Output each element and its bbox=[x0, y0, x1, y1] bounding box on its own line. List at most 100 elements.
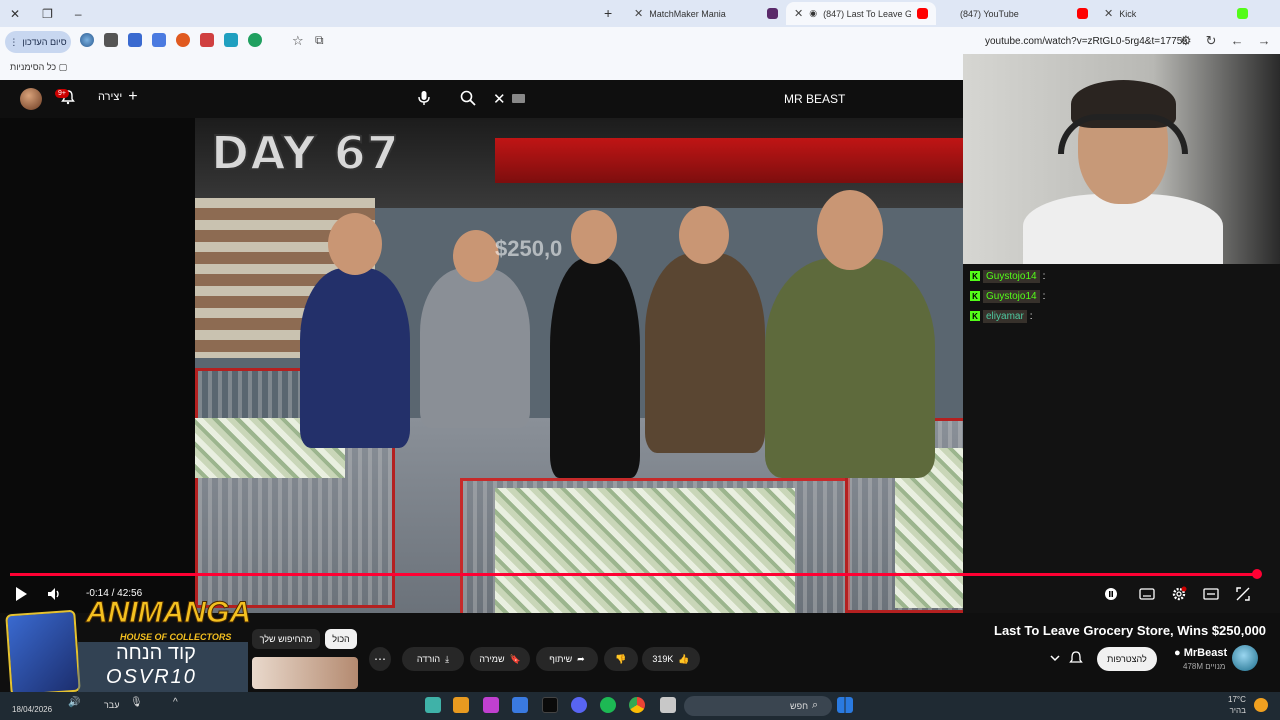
download-icon: ⤓ bbox=[445, 653, 450, 664]
chrome-icon[interactable] bbox=[629, 697, 645, 713]
extension-icon[interactable] bbox=[128, 33, 142, 47]
weather-widget[interactable]: 17°C בהיר bbox=[1228, 694, 1246, 716]
tab-kick[interactable]: ✕ Kick bbox=[1096, 2, 1256, 25]
search-icon: ⌕ bbox=[812, 699, 819, 711]
search-icon[interactable] bbox=[459, 89, 477, 107]
microphone-icon[interactable] bbox=[415, 89, 433, 107]
notification-bell-icon[interactable] bbox=[1068, 650, 1084, 666]
window-controls: ✕ ❐ – bbox=[0, 7, 120, 21]
fullscreen-icon[interactable] bbox=[1235, 586, 1251, 602]
minimize-window-icon[interactable]: – bbox=[75, 7, 82, 21]
chevron-down-icon[interactable] bbox=[1048, 652, 1062, 664]
subtitles-icon[interactable] bbox=[1139, 586, 1155, 602]
mic-tray-icon[interactable]: 🎙 bbox=[130, 697, 146, 713]
apps-grid-icon[interactable] bbox=[512, 697, 528, 713]
extension-icon[interactable] bbox=[200, 33, 214, 47]
all-bookmarks-label: כל הסימניות bbox=[10, 62, 57, 72]
close-window-icon[interactable]: ✕ bbox=[10, 7, 20, 21]
update-button[interactable]: ⋮ סיום העדכון bbox=[5, 31, 71, 53]
more-actions-button[interactable]: ⋯ bbox=[369, 647, 391, 671]
video-person bbox=[420, 268, 530, 428]
progress-bar[interactable] bbox=[10, 573, 1258, 576]
streamer-webcam bbox=[963, 54, 1280, 264]
save-button[interactable]: שמירה 🔖 bbox=[470, 647, 530, 671]
miniplayer-icon[interactable] bbox=[1203, 586, 1219, 602]
tab-matchmaker[interactable]: ✕ MatchMaker Mania bbox=[626, 2, 786, 25]
pokemon-card-image bbox=[5, 609, 81, 697]
notepad-icon[interactable] bbox=[425, 697, 441, 713]
chip-from-search[interactable]: מהחיפוש שלך bbox=[252, 629, 320, 649]
chat-separator: : bbox=[1042, 290, 1046, 302]
autoplay-toggle-icon[interactable] bbox=[1103, 586, 1119, 602]
discord-icon[interactable] bbox=[571, 697, 587, 713]
weather-temp: 17°C bbox=[1228, 695, 1246, 704]
subscribe-button[interactable]: להצטרפות bbox=[1097, 647, 1157, 671]
extension-icon[interactable] bbox=[176, 33, 190, 47]
close-tab-icon[interactable]: ✕ bbox=[634, 7, 643, 20]
file-explorer-icon[interactable] bbox=[660, 697, 676, 713]
youtube-favicon bbox=[917, 8, 928, 19]
nav-buttons: ⚙ ↻ ← → bbox=[1180, 33, 1271, 49]
back-icon[interactable]: → bbox=[1258, 33, 1271, 49]
video-frame[interactable]: DAY 67 $250,0 bbox=[195, 118, 1075, 613]
tab-grocery-video[interactable]: ✕ ◉ (847) Last To Leave Grocery bbox=[786, 2, 936, 25]
spotify-icon[interactable] bbox=[600, 697, 616, 713]
dislike-button[interactable]: 👎 bbox=[604, 647, 638, 671]
site-info-icon[interactable]: ⚙ bbox=[1180, 33, 1192, 49]
channel-name[interactable]: ● MrBeast bbox=[1174, 647, 1227, 659]
progress-fill bbox=[10, 573, 1258, 576]
search-input[interactable]: MR BEAST bbox=[784, 92, 845, 106]
close-tab-icon[interactable]: ✕ bbox=[1104, 7, 1113, 20]
share-icon: ➦ bbox=[577, 653, 585, 664]
more-icon: ⋯ bbox=[374, 652, 386, 666]
create-button[interactable]: יצירה + bbox=[98, 89, 138, 105]
bookmarks-bar: כל הסימניות ▢ bbox=[0, 57, 963, 80]
restore-window-icon[interactable]: ❐ bbox=[42, 7, 53, 21]
sponsor-overlay: ANIMANGA HOUSE OF COLLECTORS קוד הנחה OS… bbox=[5, 596, 252, 697]
bookmark-icon: 🔖 bbox=[509, 653, 521, 664]
webcam-headphones bbox=[1058, 114, 1188, 154]
recommended-thumbnail[interactable] bbox=[252, 657, 358, 689]
all-bookmarks-link[interactable]: כל הסימניות ▢ bbox=[10, 62, 67, 73]
close-tab-icon[interactable]: ✕ bbox=[794, 7, 803, 20]
speaker-tray-icon[interactable]: 🔊 bbox=[68, 697, 84, 713]
share-button[interactable]: שיתוף ➦ bbox=[536, 647, 598, 671]
app-icon[interactable] bbox=[483, 697, 499, 713]
like-button[interactable]: 319K 👍 bbox=[642, 647, 700, 671]
windows-start-icon[interactable] bbox=[837, 697, 853, 713]
video-person-head bbox=[817, 190, 883, 270]
chip-all[interactable]: הכול bbox=[325, 629, 357, 649]
avatar[interactable] bbox=[20, 88, 42, 110]
sponsor-brand: ANIMANGA bbox=[86, 596, 252, 630]
language-indicator[interactable]: עבר bbox=[104, 700, 119, 710]
page-action-icon[interactable]: ⧉ bbox=[315, 33, 324, 48]
kick-icon: K bbox=[970, 311, 980, 321]
bookmark-star-icon[interactable]: ☆ bbox=[292, 33, 304, 49]
weather-text: בהיר bbox=[1229, 706, 1246, 715]
settings-icon[interactable] bbox=[1171, 586, 1187, 602]
address-bar[interactable]: youtube.com/watch?v=zRtGL0-5rg4&t=1775s bbox=[985, 36, 1187, 47]
profile-icon[interactable] bbox=[80, 33, 94, 47]
progress-scrubber[interactable] bbox=[1252, 569, 1262, 579]
channel-avatar[interactable] bbox=[1232, 645, 1258, 671]
clear-search-icon[interactable]: ✕ bbox=[493, 90, 506, 108]
tab-search-icon[interactable] bbox=[152, 33, 166, 47]
extensions-bar bbox=[80, 33, 262, 47]
forward-icon[interactable]: ← bbox=[1231, 33, 1244, 49]
chat-message: K eliyamar : bbox=[970, 306, 1045, 326]
extension-icon[interactable] bbox=[224, 33, 238, 47]
notification-badge: 9+ bbox=[55, 89, 69, 98]
app-icon[interactable] bbox=[453, 697, 469, 713]
extension-icon[interactable] bbox=[248, 33, 262, 47]
terminal-icon[interactable] bbox=[542, 697, 558, 713]
reload-icon[interactable]: ↻ bbox=[1206, 33, 1217, 49]
media-icon[interactable] bbox=[104, 33, 118, 47]
tab-youtube[interactable]: (847) YouTube bbox=[936, 2, 1096, 25]
subscriber-count: 478M מנויים bbox=[1183, 662, 1226, 671]
keyboard-icon[interactable] bbox=[512, 94, 525, 103]
download-button[interactable]: הורדה ⤓ bbox=[402, 647, 464, 671]
chevron-up-icon[interactable]: ^ bbox=[173, 697, 189, 713]
taskbar-search[interactable]: חפש bbox=[684, 696, 832, 716]
video-prize-overlay: $250,0 bbox=[495, 236, 563, 261]
new-tab-button[interactable]: + bbox=[604, 5, 612, 21]
